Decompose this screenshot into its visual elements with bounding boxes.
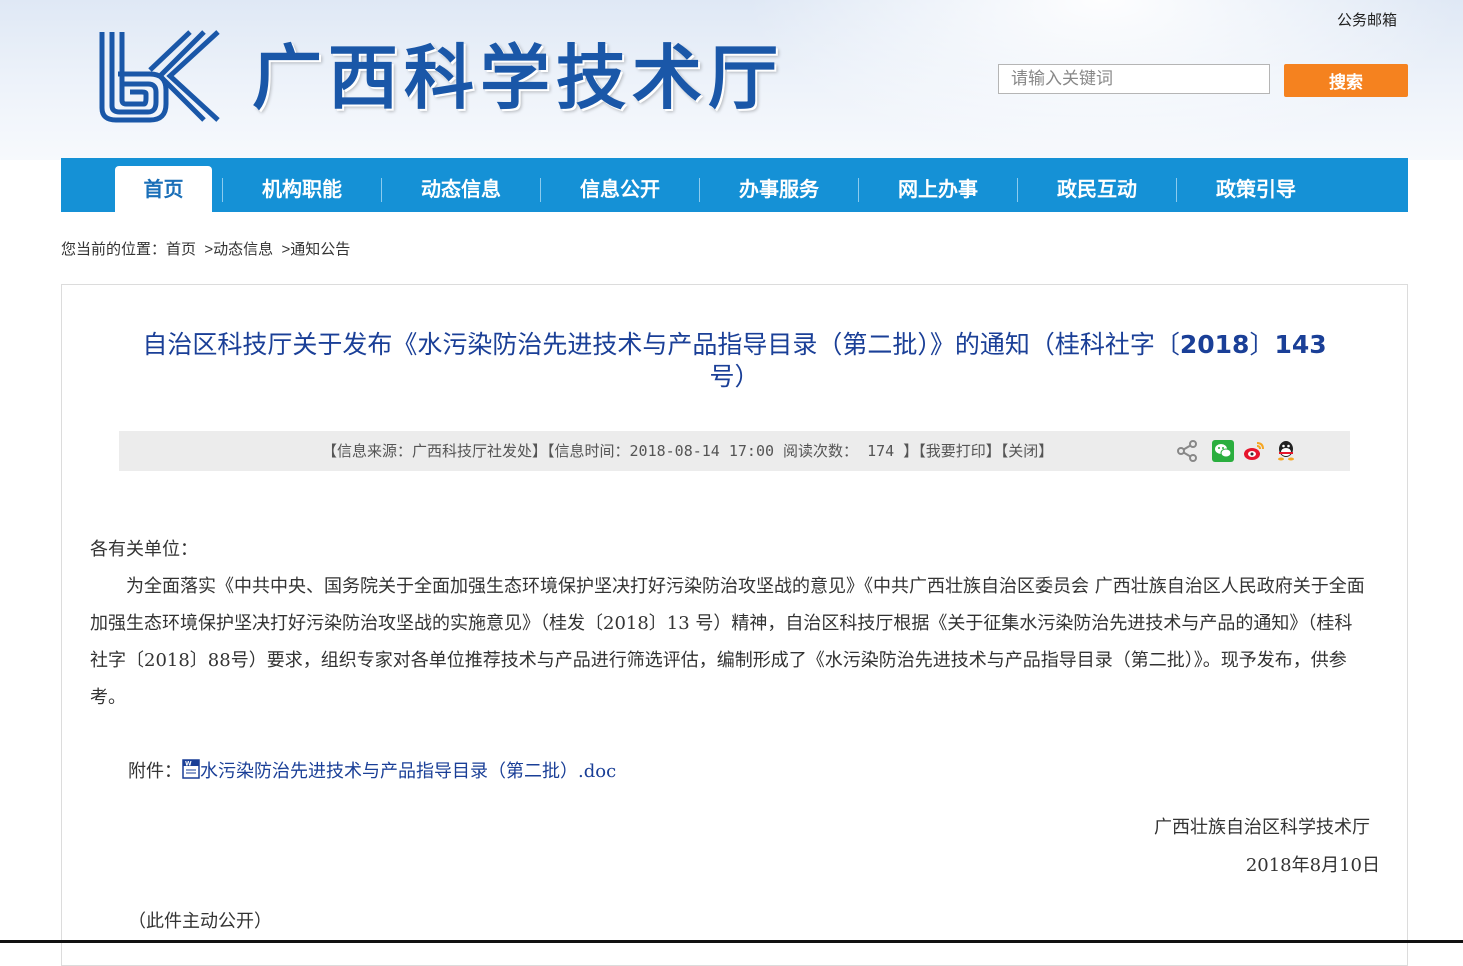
breadcrumb-news[interactable]: >动态信息 xyxy=(204,241,273,258)
word-doc-icon: W xyxy=(182,759,200,779)
print-link[interactable]: 【我要打印】 xyxy=(918,442,1001,460)
salutation: 各有关单位： xyxy=(90,539,198,560)
nav-item-services[interactable]: 办事服务 xyxy=(700,166,858,212)
breadcrumb: 您当前的位置：首页 >动态信息 >通知公告 xyxy=(61,238,350,259)
main-nav: 首页 机构职能 动态信息 信息公开 办事服务 网上办事 政民互动 政策引导 xyxy=(61,158,1408,212)
meta-text: 【信息来源：广西科技厅社发处】【信息时间：2018-08-14 17:00 阅读… xyxy=(322,431,1053,471)
attachment: 附件： W 水污染防治先进技术与产品指导目录（第二批）.doc xyxy=(128,757,616,783)
weibo-icon[interactable] xyxy=(1243,440,1265,462)
nav-item-policy[interactable]: 政策引导 xyxy=(1177,166,1335,212)
mailbox-link[interactable]: 公务邮箱 xyxy=(1337,9,1397,30)
nav-item-disclosure[interactable]: 信息公开 xyxy=(541,166,699,212)
search-button[interactable]: 搜索 xyxy=(1284,64,1408,97)
meta-bar: 【信息来源：广西科技厅社发处】【信息时间：2018-08-14 17:00 阅读… xyxy=(119,431,1350,471)
sign-date: 2018年8月10日 xyxy=(1245,855,1380,876)
title-mid: 〕 xyxy=(1249,330,1275,359)
breadcrumb-prefix: 您当前的位置： xyxy=(61,241,167,258)
public-note: （此件主动公开） xyxy=(128,911,272,932)
nav-item-organization[interactable]: 机构职能 xyxy=(223,166,381,212)
attachment-link[interactable]: 水污染防治先进技术与产品指导目录（第二批）.doc xyxy=(200,761,616,782)
title-number: 143 xyxy=(1274,330,1327,359)
nav-item-interaction[interactable]: 政民互动 xyxy=(1018,166,1176,212)
nav-item-online[interactable]: 网上办事 xyxy=(859,166,1017,212)
article-body: 为全面落实《中共中央、国务院关于全面加强生态环境保护坚决打好污染防治攻坚战的意见… xyxy=(90,568,1366,716)
qq-icon[interactable] xyxy=(1275,439,1297,461)
article-title: 自治区科技厅关于发布《水污染防治先进技术与产品指导目录（第二批）》的通知（桂科社… xyxy=(72,329,1397,393)
attachment-label: 附件： xyxy=(128,761,182,782)
site-title: 广西科学技术厅 xyxy=(252,37,784,119)
title-text: 自治区科技厅关于发布《水污染防治先进技术与产品指导目录（第二批）》的通知（桂科社… xyxy=(142,330,1180,359)
title-year: 2018 xyxy=(1179,330,1250,359)
signature: 广西壮族自治区科学技术厅 xyxy=(1154,817,1370,838)
breadcrumb-home[interactable]: 首页 xyxy=(166,241,196,258)
breadcrumb-notices[interactable]: >通知公告 xyxy=(281,241,350,258)
meta-time: 【信息时间：2018-08-14 17:00 阅读次数： 174 】 xyxy=(547,442,919,460)
meta-source: 【信息来源：广西科技厅社发处】 xyxy=(322,442,548,460)
share-icon[interactable] xyxy=(1175,439,1199,463)
svg-text:W: W xyxy=(185,761,192,768)
nav-item-news[interactable]: 动态信息 xyxy=(382,166,540,212)
close-link[interactable]: 【关闭】 xyxy=(1001,442,1054,460)
article-panel: 自治区科技厅关于发布《水污染防治先进技术与产品指导目录（第二批）》的通知（桂科社… xyxy=(61,284,1408,966)
wechat-icon[interactable] xyxy=(1212,440,1234,462)
title-end: 号） xyxy=(709,362,760,391)
nav-item-home[interactable]: 首页 xyxy=(115,166,212,212)
logo-icon xyxy=(99,30,220,123)
search-input[interactable] xyxy=(998,64,1270,94)
body-paragraph: 为全面落实《中共中央、国务院关于全面加强生态环境保护坚决打好污染防治攻坚战的意见… xyxy=(90,576,1365,708)
